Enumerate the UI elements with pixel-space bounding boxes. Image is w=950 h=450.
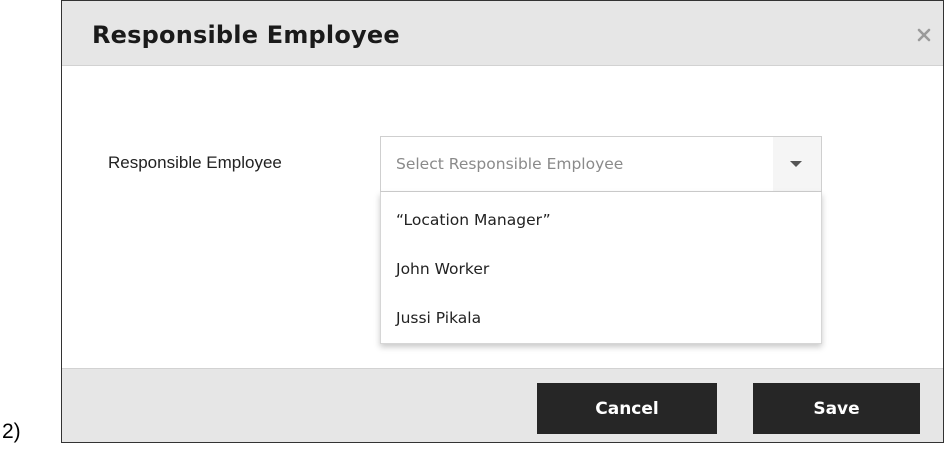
dropdown-option-john-worker[interactable]: John Worker (381, 245, 821, 293)
responsible-employee-select[interactable]: Select Responsible Employee (380, 136, 822, 192)
dropdown-list: “Location Manager” John Worker Jussi Pik… (380, 192, 822, 344)
page: 2) Responsible Employee Responsible Empl… (0, 0, 950, 450)
dropdown-option-jussi-pikala[interactable]: Jussi Pikala (381, 294, 821, 342)
close-icon (917, 28, 931, 42)
dialog-header: Responsible Employee (62, 1, 943, 66)
caret-down-icon (790, 161, 802, 167)
select-placeholder: Select Responsible Employee (396, 155, 624, 173)
cancel-button[interactable]: Cancel (537, 383, 717, 434)
close-button[interactable] (911, 22, 937, 48)
save-button[interactable]: Save (753, 383, 920, 434)
dialog-body: Responsible Employee Select Responsible … (62, 66, 943, 368)
dialog-footer: Cancel Save (62, 368, 943, 442)
step-label: 2) (2, 420, 21, 443)
responsible-employee-label: Responsible Employee (108, 153, 282, 172)
dropdown-option-location-manager[interactable]: “Location Manager” (381, 196, 821, 244)
select-toggle[interactable] (773, 137, 821, 191)
responsible-employee-dialog: Responsible Employee Responsible Employe… (61, 0, 944, 443)
dialog-title: Responsible Employee (92, 21, 400, 49)
